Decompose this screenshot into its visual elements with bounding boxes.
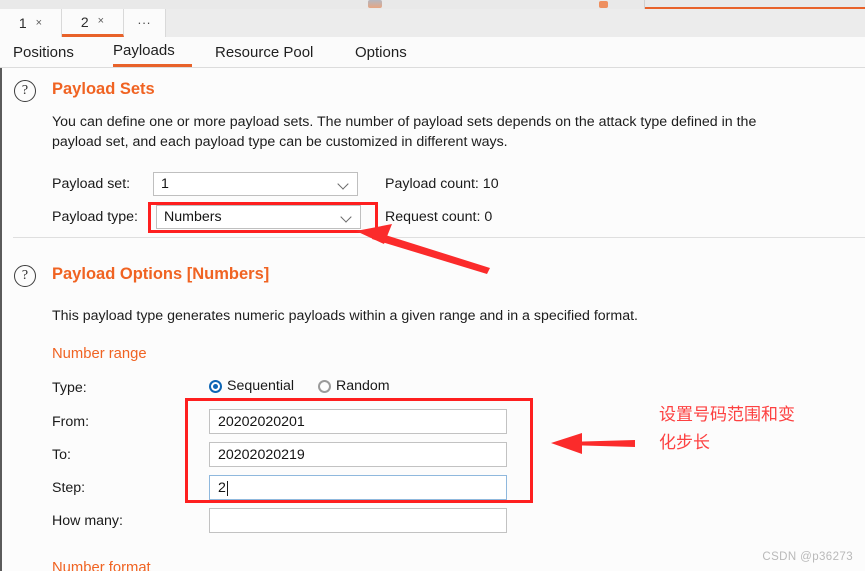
parent-ghost-glyph-left — [368, 0, 382, 8]
annotation-note-line1: 设置号码范围和变 — [659, 405, 795, 424]
request-count-label: Request count: 0 — [385, 209, 493, 225]
to-label: To: — [52, 447, 71, 463]
from-label: From: — [52, 414, 90, 430]
radio-random-label: Random — [336, 378, 390, 394]
attack-tab-2[interactable]: 2 × — [62, 9, 124, 37]
help-icon-glyph: ? — [21, 268, 29, 283]
attack-tab-1[interactable]: 1 × — [0, 9, 62, 37]
watermark: CSDN @p36273 — [762, 551, 853, 563]
ellipsis-icon: ... — [137, 11, 152, 27]
tab-resource-pool[interactable]: Resource Pool — [215, 37, 328, 67]
radio-sequential[interactable]: Sequential — [209, 378, 294, 394]
tab-options[interactable]: Options — [355, 37, 417, 67]
from-input-value: 20202020201 — [218, 413, 305, 430]
annotation-note-line2: 化步长 — [659, 433, 710, 452]
step-input[interactable]: 2 — [209, 475, 507, 500]
chevron-down-icon — [342, 213, 351, 222]
parent-ghost-glyph-right — [599, 1, 608, 8]
tab-payloads-label: Payloads — [113, 42, 175, 59]
attack-tab-overflow[interactable]: ... — [124, 9, 166, 37]
attack-tab-bar: 1 × 2 × ... — [0, 9, 865, 37]
parent-panel-edge — [0, 0, 645, 9]
payload-options-title: Payload Options [Numbers] — [52, 265, 270, 283]
how-many-input[interactable] — [209, 508, 507, 533]
payload-type-label: Payload type: — [52, 209, 138, 225]
type-label: Type: — [52, 380, 87, 396]
payload-count-label: Payload count: 10 — [385, 176, 499, 192]
attack-tab-1-label: 1 — [18, 15, 27, 31]
payload-sets-description-line1: You can define one or more payload sets.… — [52, 114, 757, 130]
chevron-down-icon — [339, 180, 348, 189]
payload-sets-description-line2: payload set, and each payload type can b… — [52, 134, 508, 150]
radio-random[interactable]: Random — [318, 378, 390, 394]
payload-set-select[interactable]: 1 — [153, 172, 358, 196]
payload-type-select[interactable]: Numbers — [156, 205, 361, 229]
payload-set-label: Payload set: — [52, 176, 131, 192]
radio-random-indicator — [318, 379, 331, 393]
text-caret — [226, 481, 228, 496]
intruder-tab-bar: Positions Payloads Resource Pool Options — [0, 37, 865, 68]
payload-sets-title: Payload Sets — [52, 80, 155, 98]
help-icon-glyph: ? — [21, 83, 29, 98]
radio-sequential-indicator — [209, 379, 222, 393]
tab-positions[interactable]: Positions — [13, 37, 91, 67]
payload-options-description: This payload type generates numeric payl… — [52, 308, 638, 324]
payload-set-value: 1 — [161, 176, 169, 192]
section-divider — [13, 237, 865, 238]
radio-sequential-label: Sequential — [227, 378, 295, 394]
help-icon[interactable]: ? — [14, 80, 36, 102]
to-input[interactable]: 20202020219 — [209, 442, 507, 467]
payload-type-value: Numbers — [164, 209, 222, 225]
close-icon[interactable]: × — [36, 17, 42, 29]
number-range-heading: Number range — [52, 346, 147, 362]
tab-resource-pool-label: Resource Pool — [215, 43, 314, 61]
help-icon[interactable]: ? — [14, 265, 36, 287]
step-label: Step: — [52, 480, 86, 496]
how-many-label: How many: — [52, 513, 123, 529]
tab-payloads[interactable]: Payloads — [113, 37, 192, 67]
tab-bar-filler — [166, 9, 865, 37]
payloads-panel: ? Payload Sets You can define one or mor… — [0, 68, 865, 571]
tab-positions-label: Positions — [13, 43, 74, 61]
close-icon[interactable]: × — [98, 16, 104, 27]
step-input-value: 2 — [218, 479, 226, 496]
tab-options-label: Options — [355, 43, 407, 61]
to-input-value: 20202020219 — [218, 446, 305, 463]
attack-tab-2-label: 2 — [80, 13, 89, 30]
from-input[interactable]: 20202020201 — [209, 409, 507, 434]
number-format-heading: Number format — [52, 560, 151, 571]
